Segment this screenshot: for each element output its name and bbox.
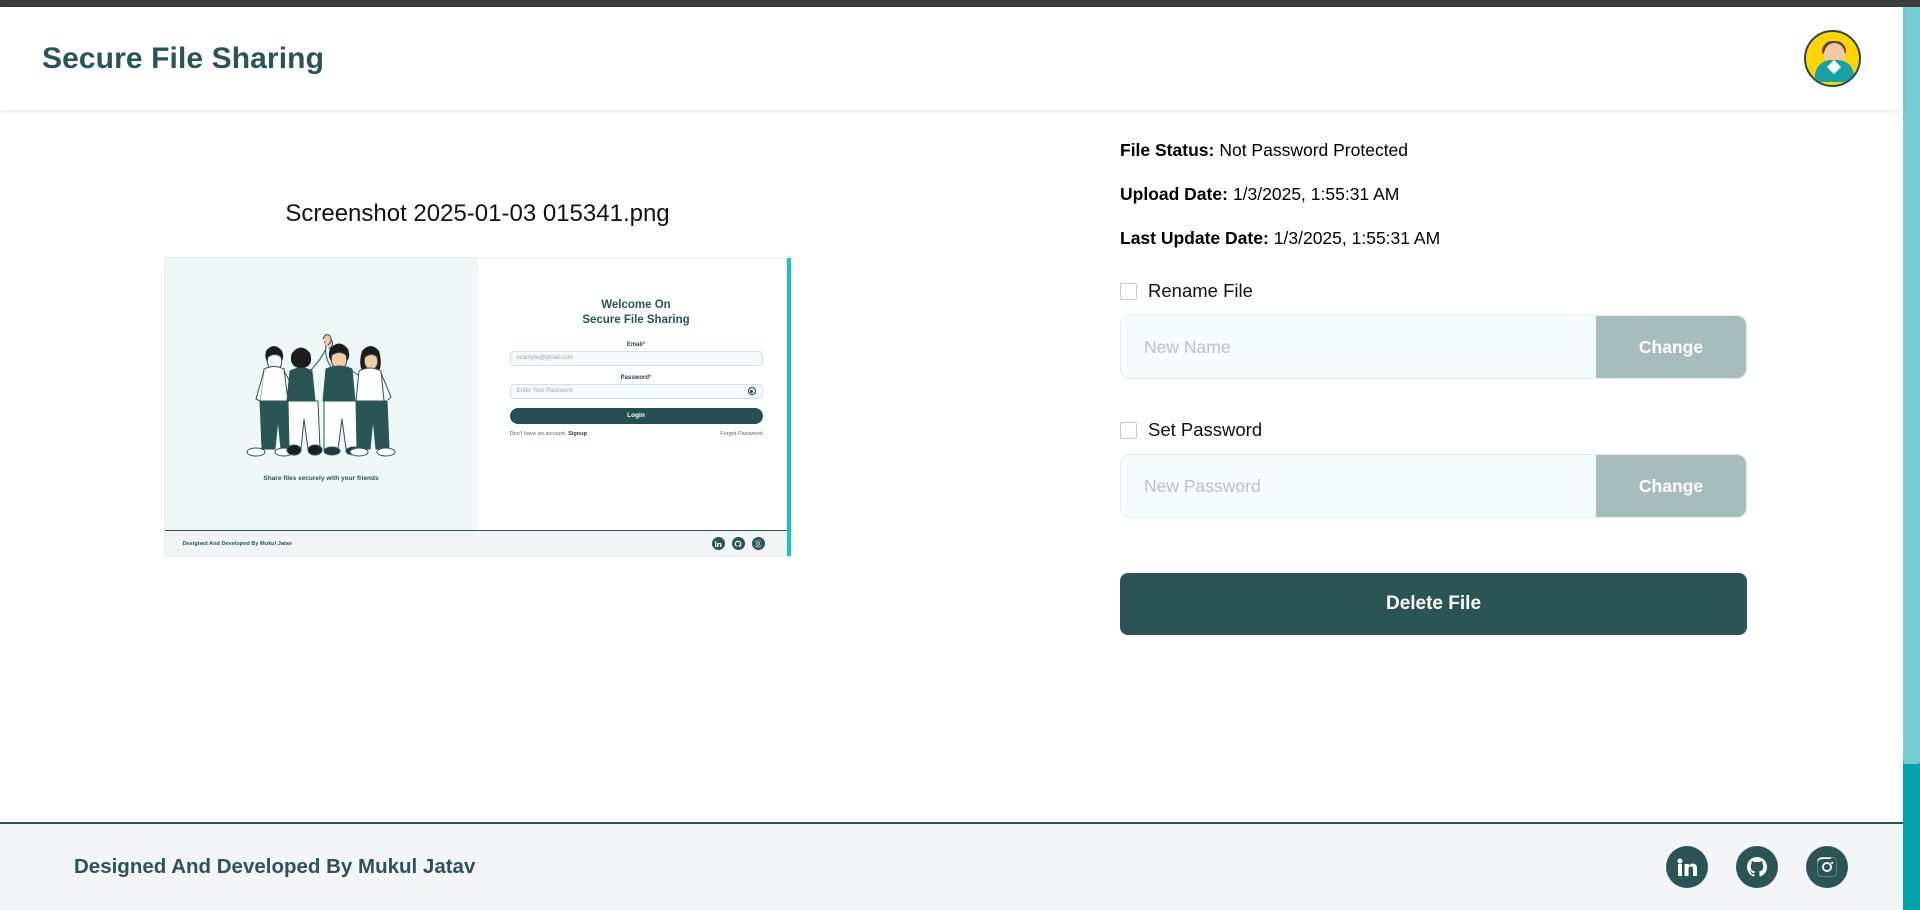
avatar[interactable] <box>1804 30 1861 87</box>
preview-footer-credit: Designed And Developed By Mukul Jatav <box>182 540 293 547</box>
app-header: Secure File Sharing <box>0 7 1903 110</box>
linkedin-icon <box>711 537 725 550</box>
delete-file-button[interactable]: Delete File <box>1120 573 1747 635</box>
preview-forgot-link: Forgot Password <box>720 430 763 437</box>
rename-file-label: Rename File <box>1148 280 1253 301</box>
preview-password-required: * <box>649 374 652 381</box>
preview-password-input: Enter Your Password <box>509 383 763 399</box>
preview-login-panel: Welcome On Secure File Sharing Email* ex… <box>477 258 791 530</box>
file-preview-column: Screenshot 2025-01-03 015341.png Share f… <box>0 110 955 557</box>
change-name-button[interactable]: Change <box>1596 316 1746 378</box>
preview-signup-prompt: Don't have an account. <box>509 430 567 437</box>
preview-body: Share files securely with your friends W… <box>164 258 791 530</box>
upload-date-label: Upload Date: <box>1120 184 1228 204</box>
set-password-option[interactable]: Set Password <box>1120 419 1750 441</box>
last-update-value: 1/3/2025, 1:55:31 AM <box>1273 228 1441 248</box>
rename-field-group: Change <box>1120 315 1747 379</box>
preview-signup-row: Don't have an account. Signup <box>510 431 588 437</box>
browser-top-edge <box>0 0 1920 7</box>
preview-tagline: Share files securely with your friends <box>263 474 379 482</box>
main-content: Screenshot 2025-01-03 015341.png Share f… <box>0 110 1903 822</box>
instagram-icon[interactable] <box>1806 846 1848 888</box>
instagram-icon <box>751 537 765 550</box>
file-name: Screenshot 2025-01-03 015341.png <box>285 200 670 227</box>
rename-file-option[interactable]: Rename File <box>1120 280 1750 302</box>
set-password-label: Set Password <box>1148 419 1263 440</box>
footer-credit: Designed And Developed By Mukul Jatav <box>74 855 476 878</box>
preview-email-required: * <box>642 341 646 348</box>
preview-password-placeholder: Enter Your Password <box>516 388 573 395</box>
linkedin-icon[interactable] <box>1666 846 1708 888</box>
last-update-row: Last Update Date: 1/3/2025, 1:55:31 AM <box>1120 228 1750 249</box>
preview-email-placeholder: example@gmail.com <box>516 355 573 362</box>
file-preview-image[interactable]: Share files securely with your friends W… <box>163 257 792 557</box>
preview-footer: Designed And Developed By Mukul Jatav <box>164 530 791 556</box>
eye-icon <box>747 387 756 396</box>
last-update-label: Last Update Date: <box>1120 228 1269 248</box>
preview-screenshot-content: Share files securely with your friends W… <box>164 258 791 556</box>
preview-signup-link: Signup <box>568 430 588 437</box>
set-password-checkbox[interactable] <box>1120 421 1137 439</box>
preview-welcome-heading: Welcome On Secure File Sharing <box>510 298 763 328</box>
file-status-row: File Status: Not Password Protected <box>1120 140 1750 161</box>
preview-welcome-line2: Secure File Sharing <box>582 313 690 326</box>
upload-date-row: Upload Date: 1/3/2025, 1:55:31 AM <box>1120 184 1750 205</box>
github-icon[interactable] <box>1736 846 1778 888</box>
password-field-group: Change <box>1120 454 1747 518</box>
page-scrollbar[interactable] <box>1903 7 1920 910</box>
page-scrollbar-thumb[interactable] <box>1903 7 1920 764</box>
new-password-input[interactable] <box>1121 455 1596 517</box>
footer-socials <box>1666 846 1848 888</box>
file-status-label: File Status: <box>1120 140 1215 160</box>
preview-links: Don't have an account. Signup Forgot Pas… <box>510 431 763 437</box>
preview-login-button: Login <box>509 407 763 424</box>
new-name-input[interactable] <box>1121 316 1596 378</box>
preview-footer-socials <box>711 537 765 550</box>
page-title: Secure File Sharing <box>42 41 324 75</box>
upload-date-value: 1/3/2025, 1:55:31 AM <box>1232 184 1400 204</box>
preview-email-label: Email* <box>510 342 763 348</box>
change-password-button[interactable]: Change <box>1596 455 1746 517</box>
people-highfive-illustration <box>246 333 396 456</box>
preview-password-label: Password* <box>510 375 763 381</box>
rename-file-checkbox[interactable] <box>1120 282 1137 300</box>
app-footer: Designed And Developed By Mukul Jatav <box>0 822 1903 910</box>
app-viewport: Secure File Sharing Screenshot 2025-01-0… <box>0 0 1920 910</box>
preview-welcome-line1: Welcome On <box>601 299 671 311</box>
github-icon <box>731 537 745 550</box>
preview-password-label-text: Password <box>620 374 649 381</box>
preview-inner-scrollbar <box>786 258 791 556</box>
preview-email-input: example@gmail.com <box>509 350 763 366</box>
status-badge: Not Password Protected <box>1219 140 1409 160</box>
preview-email-label-text: Email <box>626 341 643 348</box>
file-controls-column: File Status: Not Password Protected Uploa… <box>1120 110 1750 635</box>
preview-illustration-panel: Share files securely with your friends <box>164 258 478 530</box>
